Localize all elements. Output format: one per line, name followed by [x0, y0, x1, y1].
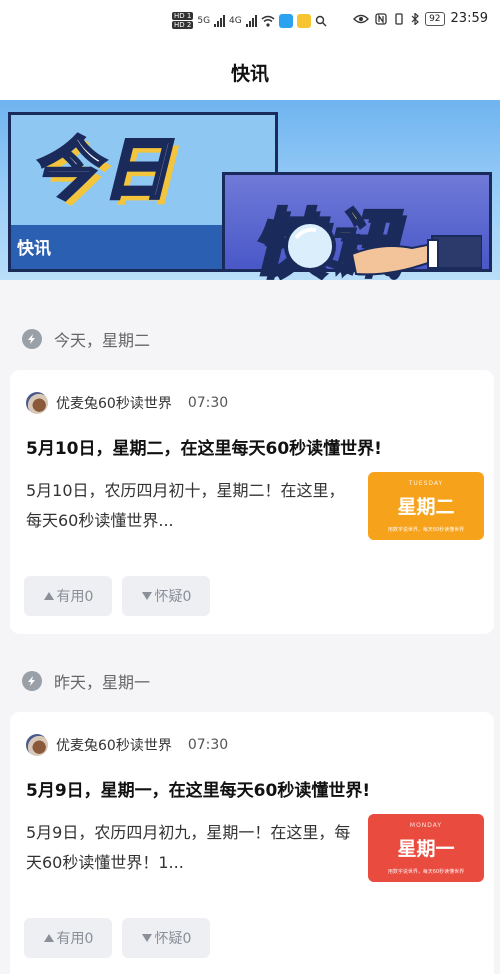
- source-avatar: [26, 734, 48, 756]
- news-thumbnail[interactable]: TUESDAY 星期二 用数字说世界，每天60秒读懂世界: [368, 472, 484, 540]
- nav-bar: 快讯: [0, 44, 500, 100]
- thumbnail-day-en: MONDAY: [409, 822, 443, 829]
- news-card[interactable]: 优麦兔60秒读世界 07:30 5月10日，星期二，在这里每天60秒读懂世界! …: [10, 370, 494, 634]
- lightning-icon: [22, 329, 42, 349]
- section-header-yesterday: 昨天，星期一: [22, 669, 150, 693]
- hd-badges: HD 1 HD 2: [172, 12, 194, 29]
- thumbnail-day: 星期二: [397, 496, 455, 518]
- status-right-icons: 92 23:59: [353, 11, 488, 26]
- publish-time: 07:30: [187, 395, 229, 411]
- news-headline[interactable]: 5月10日，星期二，在这里每天60秒读懂世界!: [26, 434, 486, 459]
- thumbnail-caption: 用数字说世界，每天60秒读懂世界: [387, 527, 465, 533]
- hd2-badge: HD 2: [172, 21, 194, 29]
- banner[interactable]: 快讯 今日 快讯: [0, 100, 500, 280]
- triangle-down-icon: [141, 934, 152, 942]
- signal-icon: [214, 14, 226, 27]
- status-bar: HD 1 HD 2 5G 4G 92 23:59: [0, 0, 500, 44]
- banner-title-today: 今日: [28, 130, 175, 212]
- bluetooth-icon: [411, 12, 419, 25]
- app-notification-icon-2: [296, 13, 311, 28]
- signal-icon-2: [245, 14, 257, 27]
- eye-icon: [353, 14, 369, 23]
- source-name: 优麦兔60秒读世界: [56, 396, 172, 412]
- app-notification-icon: [278, 13, 293, 28]
- useful-button[interactable]: 有用0: [24, 918, 112, 958]
- news-card[interactable]: 优麦兔60秒读世界 07:30 5月9日，星期一，在这里每天60秒读懂世界! 5…: [10, 712, 494, 974]
- network-5g-label: 5G: [197, 15, 211, 26]
- doubt-button[interactable]: 怀疑0: [122, 918, 210, 958]
- news-summary: 5月9日，农历四月初九，星期一！在这里，每天60秒读懂世界！1...: [26, 823, 351, 872]
- banner-small-label: 快讯: [17, 239, 51, 259]
- lightning-icon: [22, 671, 42, 691]
- status-left-icons: HD 1 HD 2 5G 4G: [172, 12, 327, 29]
- search-notification-icon: [315, 15, 327, 26]
- thumbnail-day: 星期一: [397, 838, 455, 860]
- triangle-down-icon: [141, 592, 152, 600]
- source-name: 优麦兔60秒读世界: [56, 738, 172, 754]
- useful-label: 有用0: [56, 589, 94, 605]
- section-header-today: 今天，星期二: [22, 327, 150, 351]
- clock: 23:59: [450, 11, 488, 26]
- news-thumbnail[interactable]: MONDAY 星期一 用数字说世界，每天60秒读懂世界: [368, 814, 484, 882]
- news-headline[interactable]: 5月9日，星期一，在这里每天60秒读懂世界!: [26, 776, 486, 801]
- triangle-up-icon: [43, 934, 54, 942]
- news-summary: 5月10日，农历四月初十，星期二！在这里，每天60秒读懂世界...: [26, 481, 345, 530]
- hd1-badge: HD 1: [172, 12, 194, 20]
- vibrate-icon: [395, 12, 403, 25]
- battery-indicator: 92: [425, 11, 445, 26]
- network-4g-label: 4G: [229, 15, 242, 26]
- source-row: 优麦兔60秒读世界 07:30: [26, 734, 228, 756]
- page-title: 快讯: [230, 62, 269, 85]
- useful-label: 有用0: [56, 931, 94, 947]
- source-row: 优麦兔60秒读世界 07:30: [26, 392, 228, 414]
- section-label: 昨天，星期一: [54, 673, 151, 692]
- publish-time: 07:30: [187, 737, 229, 753]
- nfc-icon: [375, 12, 387, 25]
- magnifier-icon: [284, 220, 482, 276]
- section-label: 今天，星期二: [54, 331, 151, 350]
- triangle-up-icon: [43, 592, 54, 600]
- doubt-label: 怀疑0: [154, 589, 192, 605]
- doubt-label: 怀疑0: [154, 931, 192, 947]
- wifi-icon: [261, 15, 275, 27]
- source-avatar: [26, 392, 48, 414]
- thumbnail-day-en: TUESDAY: [408, 480, 444, 487]
- doubt-button[interactable]: 怀疑0: [122, 576, 210, 616]
- thumbnail-caption: 用数字说世界，每天60秒读懂世界: [387, 869, 465, 875]
- useful-button[interactable]: 有用0: [24, 576, 112, 616]
